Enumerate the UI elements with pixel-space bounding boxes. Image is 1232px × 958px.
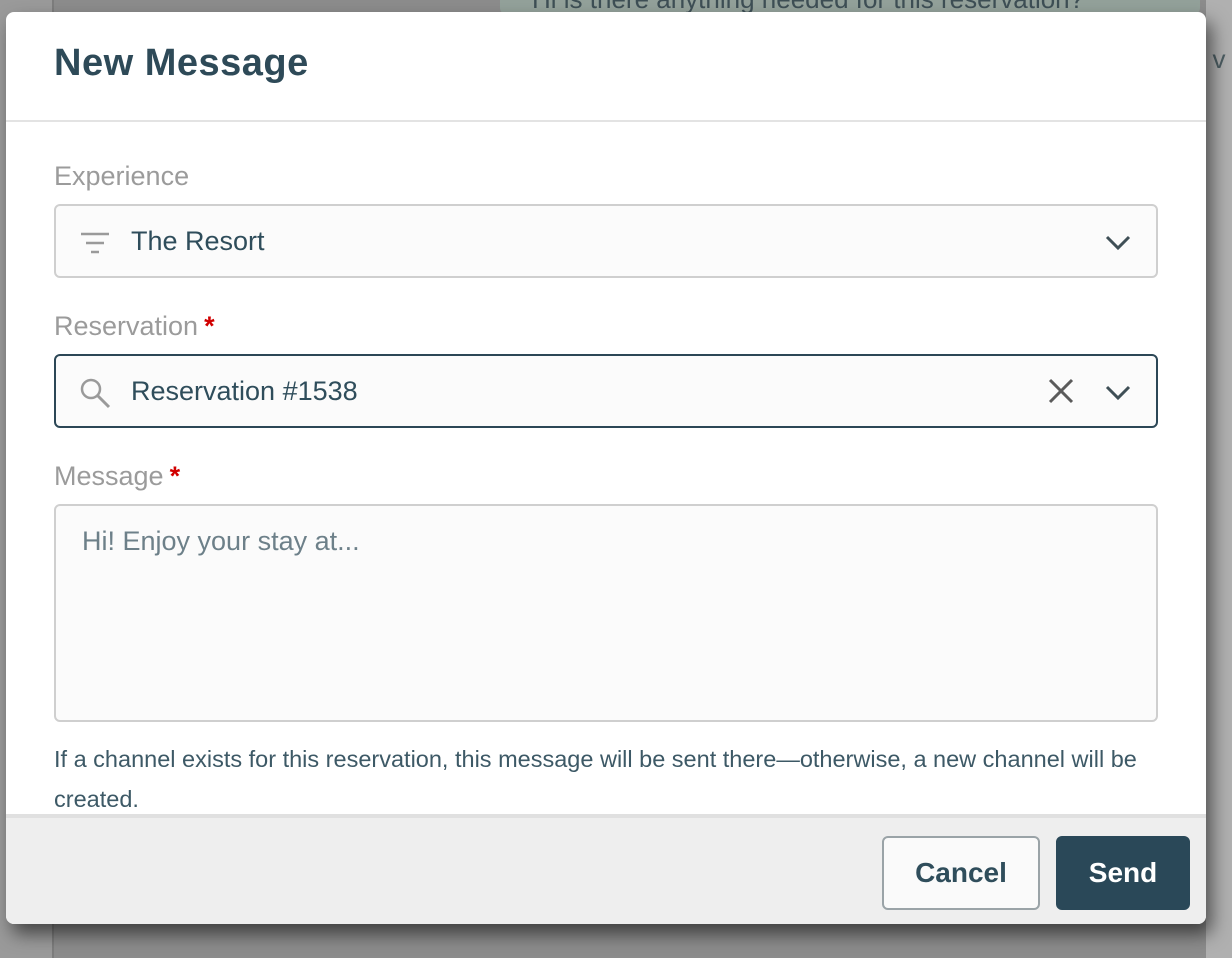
filter-icon — [81, 232, 109, 254]
reservation-label: Reservation * — [54, 306, 1158, 346]
reservation-select[interactable]: Reservation #1538 — [54, 354, 1158, 428]
experience-label-text: Experience — [54, 161, 190, 191]
close-icon[interactable] — [1046, 376, 1076, 406]
message-label: Message * — [54, 456, 1158, 496]
chevron-down-icon[interactable] — [1104, 230, 1132, 254]
dialog-title: New Message — [54, 42, 309, 84]
experience-select[interactable]: The Resort — [54, 204, 1158, 278]
background-right-glyph: v — [1212, 44, 1226, 74]
experience-value: The Resort — [131, 226, 265, 256]
new-message-dialog: New Message Experience The Resort Reserv… — [6, 12, 1206, 924]
message-textarea[interactable] — [54, 504, 1158, 722]
message-label-text: Message — [54, 461, 164, 491]
cancel-button[interactable]: Cancel — [882, 836, 1040, 910]
search-icon — [80, 378, 111, 409]
chevron-down-icon[interactable] — [1104, 380, 1132, 404]
dialog-body: Experience The Resort Reservation * Reser… — [6, 122, 1206, 814]
experience-label: Experience — [54, 156, 1158, 196]
dialog-footer: Cancel Send — [6, 814, 1206, 924]
send-button[interactable]: Send — [1056, 836, 1190, 910]
background-right-strip: v — [1206, 0, 1232, 958]
dialog-header: New Message — [6, 12, 1206, 122]
reservation-value: Reservation #1538 — [131, 376, 358, 406]
reservation-label-text: Reservation — [54, 311, 199, 341]
channel-hint-text: If a channel exists for this reservation… — [54, 746, 1137, 812]
required-asterisk: * — [204, 311, 215, 341]
required-asterisk: * — [169, 461, 181, 491]
